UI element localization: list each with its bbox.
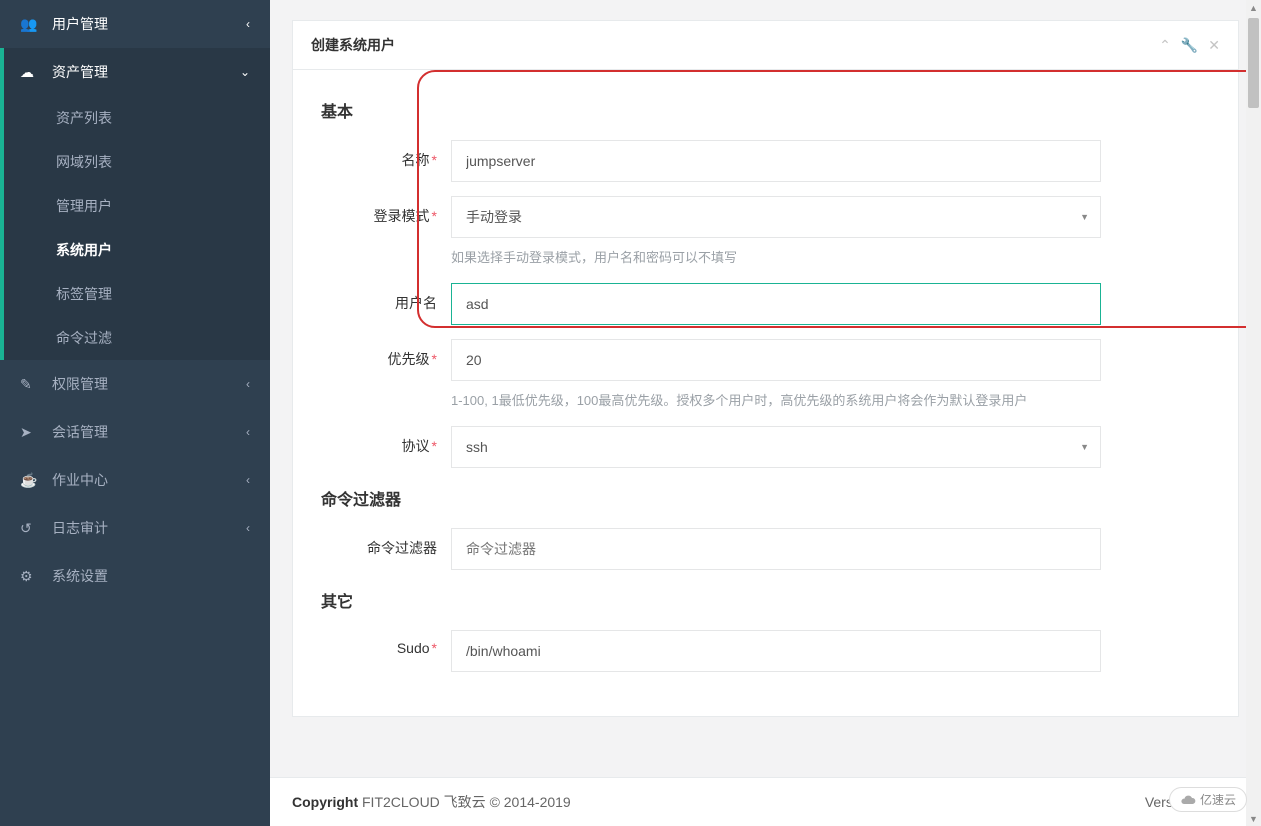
history-icon: ↺ bbox=[20, 520, 40, 537]
section-filter-heading: 命令过滤器 bbox=[321, 486, 1210, 510]
panel-tools: ⌃ 🔧 ✕ bbox=[1159, 37, 1220, 54]
nav-label: 作业中心 bbox=[52, 470, 246, 490]
cloud-icon bbox=[1180, 792, 1196, 808]
cog-icon: ⚙ bbox=[20, 568, 40, 585]
name-input[interactable] bbox=[451, 140, 1101, 182]
sub-asset-list[interactable]: 资产列表 bbox=[4, 96, 270, 140]
nav-label: 权限管理 bbox=[52, 374, 246, 394]
nav-system-settings[interactable]: ⚙ 系统设置 bbox=[0, 552, 270, 600]
section-other-heading: 其它 bbox=[321, 588, 1210, 612]
nav-label: 日志审计 bbox=[52, 518, 246, 538]
edit-icon: ✎ bbox=[20, 376, 40, 393]
nav-perm-mgmt[interactable]: ✎ 权限管理 ‹ bbox=[0, 360, 270, 408]
collapse-icon[interactable]: ⌃ bbox=[1159, 37, 1171, 54]
sub-cmd-filter[interactable]: 命令过滤 bbox=[4, 316, 270, 360]
create-system-user-panel: 创建系统用户 ⌃ 🔧 ✕ 基本 名称* bbox=[292, 20, 1239, 717]
scroll-thumb[interactable] bbox=[1248, 18, 1259, 108]
brand-text: 亿速云 bbox=[1200, 791, 1236, 808]
sub-admin-user[interactable]: 管理用户 bbox=[4, 184, 270, 228]
login-mode-select[interactable]: 手动登录 bbox=[451, 196, 1101, 238]
protocol-label: 协议* bbox=[321, 426, 451, 456]
chevron-left-icon: ‹ bbox=[246, 521, 250, 535]
scroll-up-icon[interactable]: ▲ bbox=[1246, 0, 1261, 15]
scrollbar[interactable]: ▲ ▼ bbox=[1246, 0, 1261, 826]
sub-tag-mgmt[interactable]: 标签管理 bbox=[4, 272, 270, 316]
panel-title: 创建系统用户 bbox=[311, 35, 1159, 55]
nav-asset-mgmt[interactable]: ☁ 资产管理 ⌄ bbox=[4, 48, 270, 96]
sudo-input[interactable] bbox=[451, 630, 1101, 672]
nav-label: 资产管理 bbox=[52, 62, 240, 82]
hdd-icon: ☁ bbox=[20, 64, 40, 81]
sub-system-user[interactable]: 系统用户 bbox=[4, 228, 270, 272]
close-icon[interactable]: ✕ bbox=[1208, 37, 1220, 54]
section-basic-heading: 基本 bbox=[321, 98, 1210, 122]
username-input[interactable] bbox=[451, 283, 1101, 325]
sub-nav-asset: 资产列表 网域列表 管理用户 系统用户 标签管理 命令过滤 bbox=[4, 96, 270, 360]
sub-domain-list[interactable]: 网域列表 bbox=[4, 140, 270, 184]
filter-input[interactable] bbox=[451, 528, 1101, 570]
users-icon: 👥 bbox=[20, 16, 40, 33]
filter-label: 命令过滤器 bbox=[321, 528, 451, 558]
nav-label: 会话管理 bbox=[52, 422, 246, 442]
paper-plane-icon: ➤ bbox=[20, 424, 40, 441]
priority-help: 1-100, 1最低优先级，100最高优先级。授权多个用户时，高优先级的系统用户… bbox=[451, 391, 1101, 412]
nav-log-audit[interactable]: ↺ 日志审计 ‹ bbox=[0, 504, 270, 552]
nav-job-center[interactable]: ☕ 作业中心 ‹ bbox=[0, 456, 270, 504]
wrench-icon[interactable]: 🔧 bbox=[1181, 37, 1198, 54]
sidebar: 👥 用户管理 ‹ ☁ 资产管理 ⌄ 资产列表 网域列表 管理用户 系统用户 标签… bbox=[0, 0, 270, 826]
login-mode-label: 登录模式* bbox=[321, 196, 451, 226]
sudo-label: Sudo* bbox=[321, 630, 451, 656]
nav-label: 用户管理 bbox=[52, 14, 246, 34]
coffee-icon: ☕ bbox=[20, 472, 40, 489]
nav-user-mgmt[interactable]: 👥 用户管理 ‹ bbox=[0, 0, 270, 48]
name-label: 名称* bbox=[321, 140, 451, 170]
scroll-down-icon[interactable]: ▼ bbox=[1246, 811, 1261, 826]
priority-label: 优先级* bbox=[321, 339, 451, 369]
nav-label: 系统设置 bbox=[52, 566, 250, 586]
nav-session-mgmt[interactable]: ➤ 会话管理 ‹ bbox=[0, 408, 270, 456]
brand-badge[interactable]: 亿速云 bbox=[1169, 787, 1247, 812]
chevron-left-icon: ‹ bbox=[246, 473, 250, 487]
chevron-left-icon: ‹ bbox=[246, 425, 250, 439]
footer: Copyright FIT2CLOUD 飞致云 © 2014-2019 Vers… bbox=[270, 777, 1261, 826]
priority-input[interactable] bbox=[451, 339, 1101, 381]
main-content: 创建系统用户 ⌃ 🔧 ✕ 基本 名称* bbox=[270, 0, 1261, 826]
chevron-left-icon: ‹ bbox=[246, 377, 250, 391]
chevron-down-icon: ⌄ bbox=[240, 65, 250, 79]
protocol-select[interactable]: ssh bbox=[451, 426, 1101, 468]
chevron-left-icon: ‹ bbox=[246, 17, 250, 31]
username-label: 用户名 bbox=[321, 283, 451, 313]
login-mode-help: 如果选择手动登录模式，用户名和密码可以不填写 bbox=[451, 248, 1101, 269]
footer-copyright: Copyright FIT2CLOUD 飞致云 © 2014-2019 bbox=[292, 792, 1145, 812]
